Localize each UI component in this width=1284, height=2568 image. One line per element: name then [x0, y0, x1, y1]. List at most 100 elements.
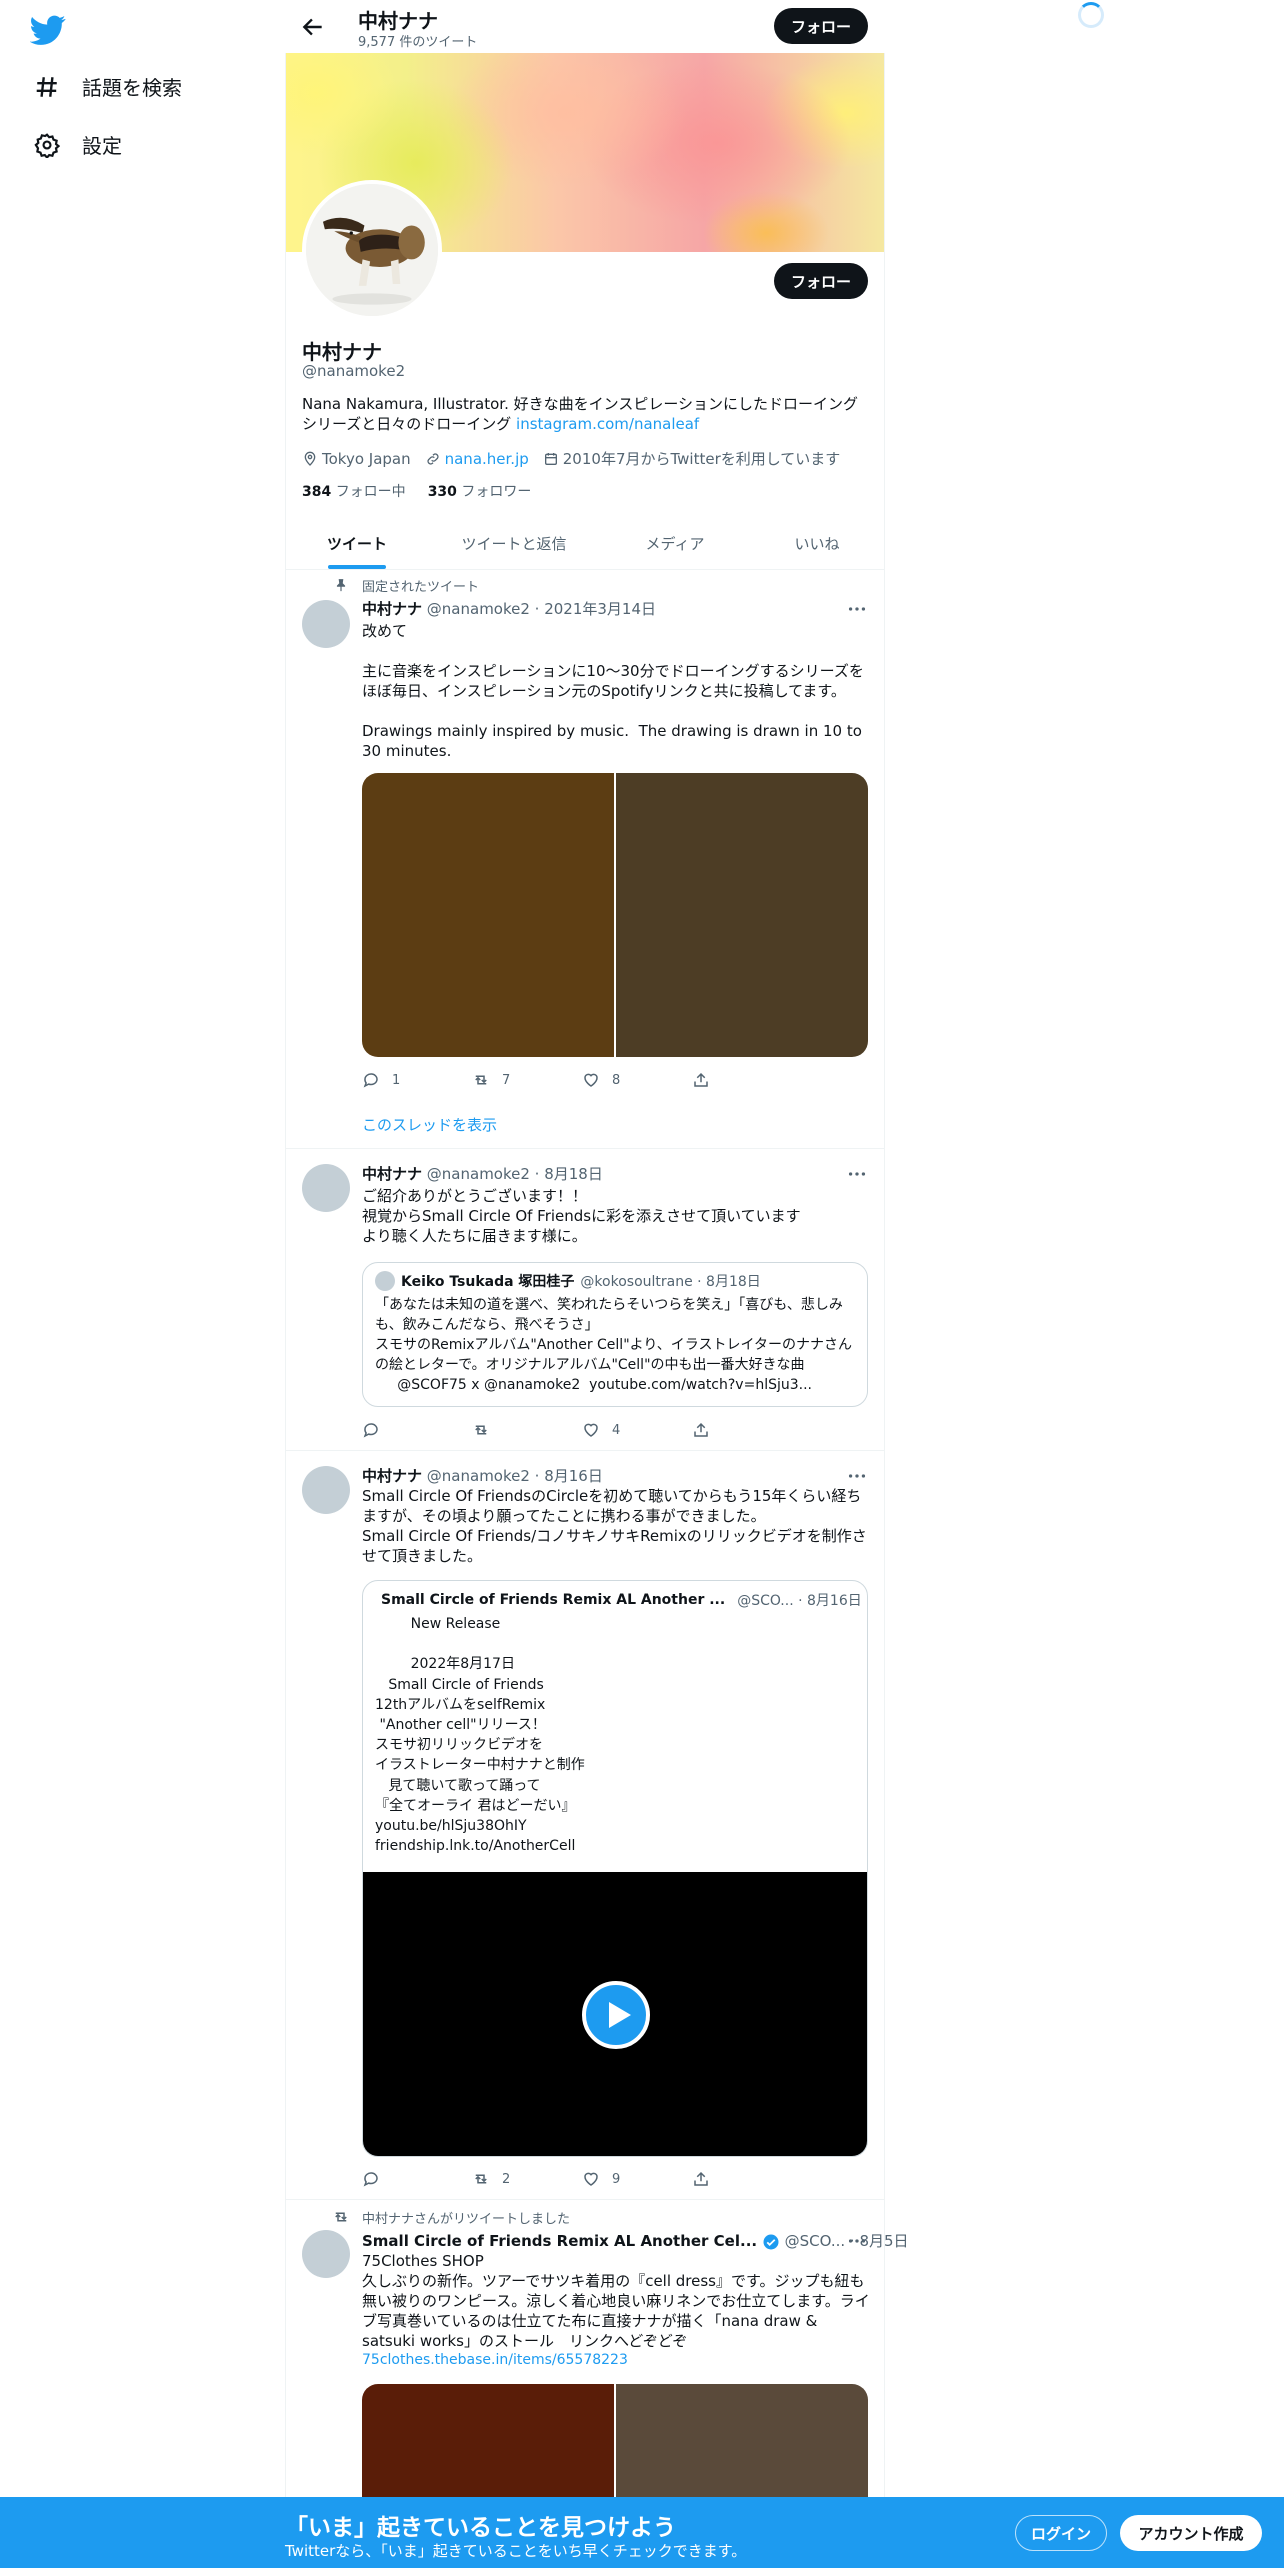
profile-name: 中村ナナ — [302, 340, 382, 364]
following-count: 384 — [302, 484, 332, 500]
reply-button[interactable] — [362, 2170, 472, 2188]
tweet-media-image[interactable] — [616, 2384, 868, 2504]
more-options-icon[interactable] — [846, 2230, 868, 2252]
quoted-tweet[interactable]: Keiko Tsukada 塚田桂子 @kokosoultrane · 8月18日… — [362, 1262, 868, 1407]
like-button[interactable]: 9 — [582, 2170, 692, 2188]
share-button[interactable] — [692, 1421, 802, 1439]
login-button[interactable]: ログイン — [1015, 2515, 1107, 2551]
following-stat[interactable]: 384 フォロー中 — [302, 481, 406, 501]
retweet-count: 7 — [502, 1072, 511, 1088]
profile-website[interactable]: nana.her.jp — [425, 450, 529, 468]
share-button[interactable] — [692, 2170, 802, 2188]
tab-likes[interactable]: いいね — [750, 517, 884, 569]
retweet-icon — [475, 1425, 487, 1435]
signup-button[interactable]: アカウント作成 — [1120, 2515, 1262, 2551]
tweet-actions: 4 — [362, 1421, 802, 1439]
quoted-author-name: Small Circle of Friends Remix AL Another… — [381, 1592, 726, 1608]
header-follow-button[interactable]: フォロー — [774, 8, 868, 44]
like-button[interactable]: 8 — [582, 1071, 692, 1089]
quoted-tweet[interactable]: Small Circle of Friends Remix AL Another… — [362, 1580, 868, 2157]
profile-tabs: ツイート ツイートと返信 メディア いいね — [286, 517, 884, 570]
play-button-icon[interactable] — [582, 1981, 650, 2049]
link-icon — [427, 452, 439, 465]
tweet-avatar[interactable] — [302, 600, 350, 648]
profile-handle: @nanamoke2 — [302, 362, 406, 380]
more-options-icon[interactable] — [846, 1465, 868, 1487]
heart-icon — [584, 2172, 598, 2186]
tweet-text: 75Clothes SHOP 久しぶりの新作。ツアーでサツキ着用の『cell d… — [362, 2252, 870, 2350]
retweet-context-icon — [335, 2212, 347, 2222]
tweet-author-name[interactable]: 中村ナナ — [362, 1467, 422, 1485]
tweet-divider — [286, 1148, 884, 1149]
pinned-label: 固定されたツイート — [362, 580, 480, 595]
followers-count: 330 — [427, 484, 457, 500]
followers-label: フォロワー — [461, 484, 532, 500]
profile-joined-text: 2010年7月からTwitterを利用しています — [562, 450, 841, 468]
profile-joined: 2010年7月からTwitterを利用しています — [543, 448, 841, 469]
tweet-meta[interactable]: @nanamoke2 · 8月16日 — [427, 1467, 603, 1485]
calendar-icon — [544, 452, 557, 465]
tweet-meta[interactable]: @nanamoke2 · 8月18日 — [427, 1165, 603, 1183]
loading-spinner-icon — [1078, 2, 1104, 28]
quoted-meta: @kokosoultrane · 8月18日 — [580, 1274, 761, 1290]
tweet-avatar[interactable] — [302, 2230, 350, 2278]
video-player[interactable] — [363, 1872, 867, 2156]
nav-explore[interactable]: 話題を検索 — [34, 72, 182, 101]
nav-settings[interactable]: 設定 — [34, 130, 122, 159]
tweet-media-grid — [362, 2384, 868, 2504]
like-count: 8 — [612, 1072, 621, 1088]
tweet-avatar[interactable] — [302, 1164, 350, 1212]
signup-banner-title: 「いま」起きていることを見つけよう — [285, 2515, 676, 2541]
tab-tweets-and-replies[interactable]: ツイートと返信 — [428, 517, 600, 569]
profile-follow-button[interactable]: フォロー — [774, 263, 868, 299]
profile-bio: Nana Nakamura, Illustrator. 好きな曲をインスピレーシ… — [302, 394, 872, 434]
tweet-link[interactable]: 75clothes.thebase.in/items/65578223 — [362, 2352, 628, 2368]
like-button[interactable]: 4 — [582, 1421, 692, 1439]
verified-badge-icon — [763, 2234, 779, 2249]
profile-website-link[interactable]: nana.her.jp — [445, 450, 529, 468]
retweet-button[interactable] — [472, 1421, 582, 1439]
back-arrow-icon[interactable] — [300, 14, 326, 40]
anteater-illustration — [306, 184, 438, 316]
more-options-icon[interactable] — [846, 598, 868, 620]
tweet-header: Small Circle of Friends Remix AL Another… — [362, 2230, 909, 2251]
share-button[interactable] — [692, 1071, 802, 1089]
twitter-logo-icon[interactable] — [30, 12, 66, 48]
tweet-media-grid — [362, 773, 868, 1057]
followers-stat[interactable]: 330 フォロワー — [428, 481, 532, 501]
quoted-text: New Release 2022年8月17日 Small Circle of F… — [375, 1616, 585, 1855]
profile-avatar[interactable] — [302, 180, 442, 320]
tweet-avatar[interactable] — [302, 1466, 350, 1514]
tweet-actions: 1 7 8 — [362, 1071, 802, 1089]
tweet-meta[interactable]: @nanamoke2 · 2021年3月14日 — [427, 600, 656, 618]
reply-button[interactable] — [362, 1421, 472, 1439]
tweet-actions: 2 9 — [362, 2170, 802, 2188]
profile-location: Tokyo Japan — [302, 450, 411, 468]
reply-button[interactable]: 1 — [362, 1071, 472, 1089]
reply-count: 1 — [392, 1072, 401, 1088]
profile-meta: Tokyo Japan nana.her.jp 2010年7月からTwitter… — [302, 448, 840, 469]
quoted-text: 「あなたは未知の道を選べ、笑われたらそいつらを笑え」「喜びも、悲しみも、飲みこん… — [375, 1297, 852, 1393]
tweet-author-name[interactable]: 中村ナナ — [362, 600, 422, 618]
tweet-author-name[interactable]: 中村ナナ — [362, 1165, 422, 1183]
tweet-text: ご紹介ありがとうございます！！ 視覚からSmall Circle Of Frie… — [362, 1187, 801, 1245]
retweet-context-label[interactable]: 中村ナナさんがリツイートしました — [362, 2208, 570, 2227]
retweet-icon — [475, 1075, 487, 1085]
retweet-button[interactable]: 7 — [472, 1071, 582, 1089]
more-options-icon[interactable] — [846, 1163, 868, 1185]
retweet-button[interactable]: 2 — [472, 2170, 582, 2188]
quoted-tweet-header: Small Circle of Friends Remix AL Another… — [363, 1581, 867, 1610]
gear-icon — [34, 132, 60, 158]
tweet-media-image[interactable] — [362, 2384, 614, 2504]
tweet-media-image[interactable] — [362, 773, 614, 1057]
tab-media[interactable]: メディア — [600, 517, 750, 569]
tweet-header: 中村ナナ @nanamoke2 · 2021年3月14日 — [362, 598, 656, 619]
share-icon — [694, 2171, 708, 2186]
header-tweet-count: 9,577 件のツイート — [358, 35, 478, 50]
tweet-media-image[interactable] — [616, 773, 868, 1057]
retweet-icon — [475, 2174, 487, 2184]
show-thread-link[interactable]: このスレッドを表示 — [362, 1114, 497, 1135]
bio-link[interactable]: instagram.com/nanaleaf — [516, 415, 699, 433]
tweet-author-name[interactable]: Small Circle of Friends Remix AL Another… — [362, 2232, 757, 2250]
tab-tweets[interactable]: ツイート — [286, 517, 428, 569]
